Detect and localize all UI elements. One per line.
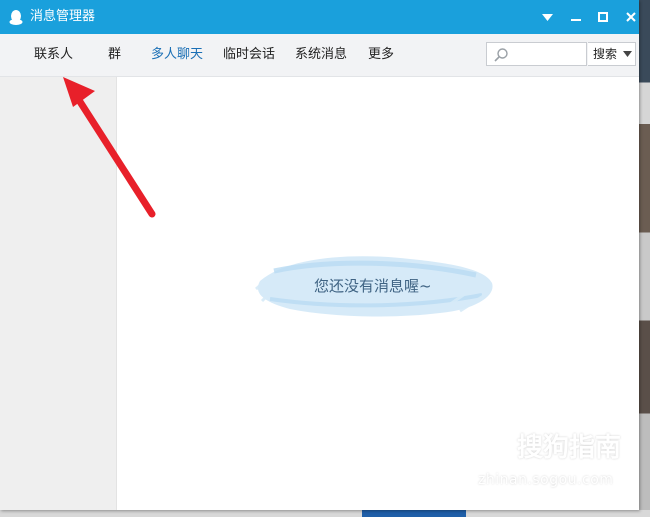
- sogou-watermark: 搜狗指南 zhinan.sogou.com: [470, 425, 635, 495]
- search-icon: [494, 48, 508, 62]
- tab-groups[interactable]: 群: [108, 47, 121, 63]
- tab-contacts[interactable]: 联系人: [34, 47, 73, 63]
- search-button-label: 搜索: [593, 47, 618, 61]
- minimize-icon: [571, 19, 581, 21]
- chevron-down-icon: [541, 13, 553, 21]
- menu-dropdown-button[interactable]: [537, 7, 557, 27]
- maximize-button[interactable]: [593, 7, 613, 27]
- minimize-button[interactable]: [566, 7, 586, 27]
- search-input[interactable]: [511, 45, 585, 65]
- desktop-right-strip: [638, 0, 650, 517]
- search-scope-caret-icon[interactable]: [623, 51, 632, 57]
- window-title: 消息管理器: [30, 9, 96, 24]
- search-box[interactable]: [486, 42, 587, 66]
- search-button[interactable]: 搜索: [588, 42, 636, 66]
- watermark-title: 搜狗指南: [517, 433, 622, 463]
- desktop-bottom-blue-block: [362, 510, 466, 517]
- sogou-logo-icon: [471, 428, 513, 470]
- tab-multi-person-chat[interactable]: 多人聊天: [151, 47, 203, 63]
- empty-state-message: 您还没有消息喔~: [314, 277, 432, 295]
- tab-system-messages[interactable]: 系统消息: [295, 47, 347, 63]
- tab-more[interactable]: 更多: [368, 47, 394, 63]
- maximize-icon: [598, 12, 608, 22]
- watermark-url: zhinan.sogou.com: [478, 472, 614, 488]
- red-annotation-arrow: [63, 77, 156, 218]
- qq-penguin-icon: [9, 10, 23, 25]
- titlebar[interactable]: 消息管理器: [0, 0, 639, 34]
- close-button[interactable]: [621, 7, 641, 27]
- desktop-bottom-strip: [0, 510, 650, 517]
- tab-temporary-chat[interactable]: 临时会话: [223, 47, 275, 63]
- close-icon: [626, 12, 636, 22]
